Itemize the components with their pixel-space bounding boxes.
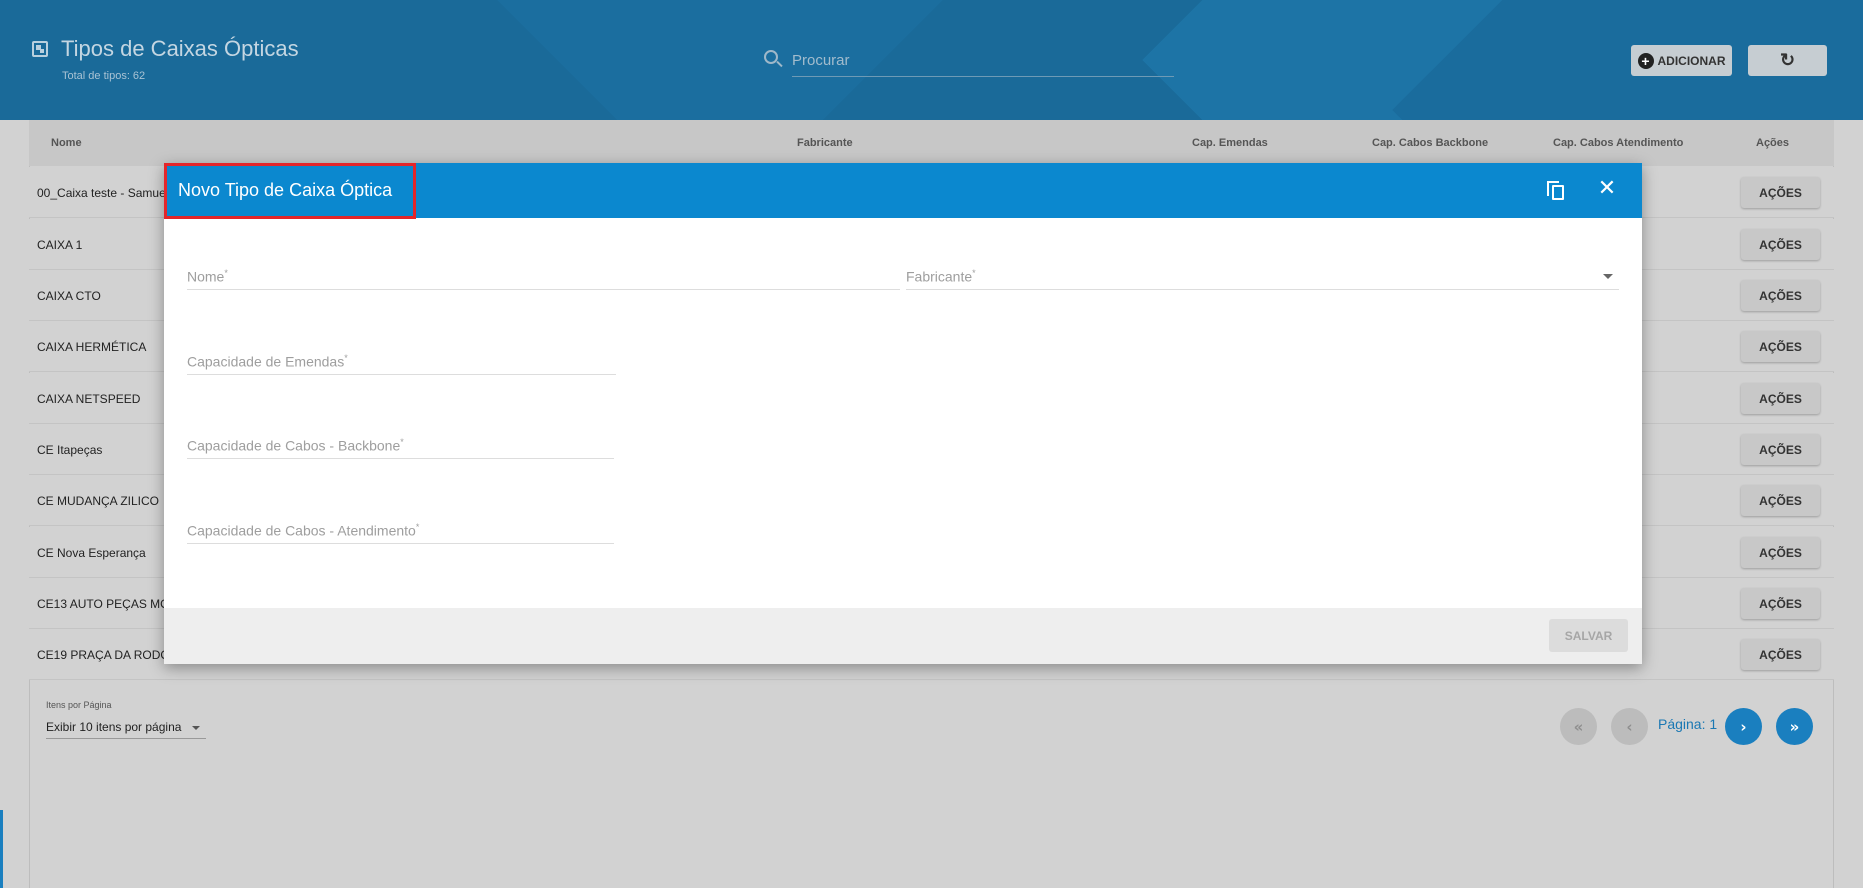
actions-button[interactable]: AÇÕES <box>1741 280 1820 311</box>
column-header-cap-atendimento[interactable]: Cap. Cabos Atendimento <box>1553 137 1683 149</box>
add-button[interactable]: + ADICIONAR <box>1631 45 1732 76</box>
row-name: CAIXA 1 <box>37 238 83 252</box>
actions-button[interactable]: AÇÕES <box>1741 537 1820 568</box>
cap-emendas-field-label: Capacidade de Emendas* <box>187 353 348 370</box>
copy-icon[interactable] <box>1547 181 1567 201</box>
per-page-value: Exibir 10 itens por página <box>46 720 182 734</box>
chevron-down-icon <box>1603 274 1613 279</box>
actions-button[interactable]: AÇÕES <box>1741 331 1820 362</box>
dialog-header: Novo Tipo de Caixa Óptica ✕ <box>164 163 1642 219</box>
actions-button[interactable]: AÇÕES <box>1741 588 1820 619</box>
save-button[interactable]: SALVAR <box>1549 619 1628 652</box>
new-box-type-dialog: Novo Tipo de Caixa Óptica ✕ Nome* Fabric… <box>164 163 1642 664</box>
actions-button[interactable]: AÇÕES <box>1741 177 1820 208</box>
row-name: CE MUDANÇA ZILICO <box>37 494 160 508</box>
table-header: Nome Fabricante Cap. Emendas Cap. Cabos … <box>29 120 1834 166</box>
row-name: CAIXA NETSPEED <box>37 392 141 406</box>
page-header: Tipos de Caixas Ópticas Total de tipos: … <box>0 0 1863 120</box>
per-page-label: Itens por Página <box>46 700 112 710</box>
plus-circle-icon: + <box>1637 52 1654 69</box>
row-name: CE Nova Esperança <box>37 546 146 560</box>
cap-backbone-field[interactable]: Capacidade de Cabos - Backbone* <box>187 429 614 459</box>
column-header-nome[interactable]: Nome <box>51 137 82 149</box>
refresh-icon: ↻ <box>1779 50 1796 70</box>
column-header-cap-backbone[interactable]: Cap. Cabos Backbone <box>1372 137 1488 149</box>
row-name: CE13 AUTO PEÇAS MOD <box>37 597 179 611</box>
nome-field[interactable]: Nome* <box>187 260 900 290</box>
search-input[interactable] <box>792 44 1174 77</box>
actions-button[interactable]: AÇÕES <box>1741 383 1820 414</box>
fabricante-select[interactable]: Fabricante* <box>906 260 1619 290</box>
row-name: 00_Caixa teste - Samuel <box>37 186 169 200</box>
close-icon[interactable]: ✕ <box>1595 176 1619 204</box>
cap-emendas-field[interactable]: Capacidade de Emendas* <box>187 345 616 375</box>
page-subtitle: Total de tipos: 62 <box>62 70 146 82</box>
title-highlight-box <box>164 163 416 219</box>
row-name: CAIXA CTO <box>37 289 101 303</box>
first-page-button[interactable]: « <box>1560 708 1597 745</box>
actions-button[interactable]: AÇÕES <box>1741 485 1820 516</box>
per-page-select[interactable]: Exibir 10 itens por página <box>46 717 206 739</box>
fabricante-select-label: Fabricante* <box>906 268 976 285</box>
search-icon <box>764 50 778 64</box>
nome-field-label: Nome* <box>187 268 228 285</box>
actions-button[interactable]: AÇÕES <box>1741 639 1820 670</box>
current-page-label: Página: 1 <box>1658 716 1718 732</box>
column-header-cap-emendas[interactable]: Cap. Emendas <box>1192 137 1268 149</box>
left-edge-accent <box>0 810 3 888</box>
row-name: CAIXA HERMÉTICA <box>37 340 147 354</box>
next-page-button[interactable]: › <box>1725 708 1762 745</box>
page-title: Tipos de Caixas Ópticas <box>61 36 299 61</box>
column-header-fabricante[interactable]: Fabricante <box>797 137 853 149</box>
row-name: CE19 PRAÇA DA RODOVI <box>37 648 182 662</box>
last-page-button[interactable]: » <box>1776 708 1813 745</box>
prev-page-button[interactable]: ‹ <box>1611 708 1648 745</box>
actions-button[interactable]: AÇÕES <box>1741 229 1820 260</box>
dialog-footer: SALVAR <box>164 608 1642 664</box>
column-header-acoes: Ações <box>1756 137 1790 149</box>
chevron-down-icon <box>192 726 200 730</box>
cap-backbone-field-label: Capacidade de Cabos - Backbone* <box>187 437 404 454</box>
actions-button[interactable]: AÇÕES <box>1741 434 1820 465</box>
box-icon <box>32 41 48 57</box>
row-name: CE Itapeças <box>37 443 103 457</box>
cap-atendimento-field-label: Capacidade de Cabos - Atendimento* <box>187 522 420 539</box>
cap-atendimento-field[interactable]: Capacidade de Cabos - Atendimento* <box>187 514 614 544</box>
add-button-label: ADICIONAR <box>1657 53 1726 68</box>
refresh-button[interactable]: ↻ <box>1748 45 1827 76</box>
